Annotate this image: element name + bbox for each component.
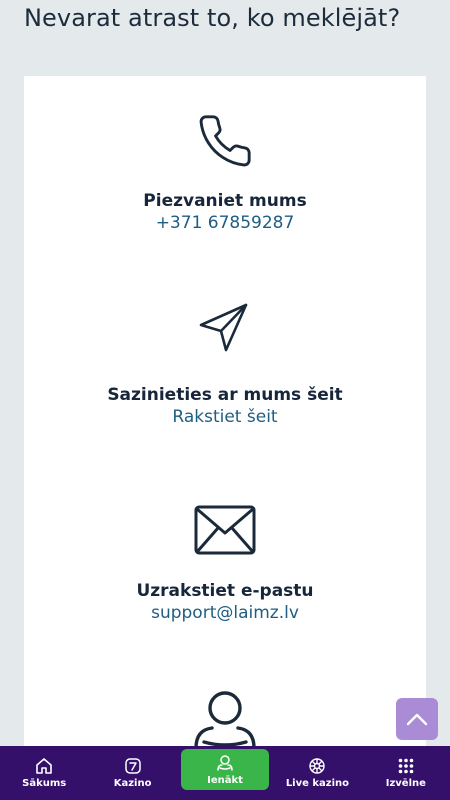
nav-item-menu[interactable]: Izvēlne [362,746,450,800]
home-icon [36,758,53,774]
nav-label: Izvēlne [385,778,426,789]
login-button[interactable]: Ienākt [180,749,270,790]
menu-grid-icon [398,758,414,774]
contact-title: Sazinieties ar mums šeit [107,385,343,405]
nav-item-casino[interactable]: Kazino [88,746,176,800]
page-title: Nevarat atrast to, ko meklējāt? [24,4,401,32]
nav-label: Ienākt [207,774,243,786]
phone-link[interactable]: +371 67859287 [24,212,426,234]
chat-link[interactable]: Rakstiet šeit [24,406,426,428]
nav-label: Live kazino [285,778,350,789]
phone-icon [199,115,251,167]
agent-icon [194,691,256,750]
nav-label: Kazino [113,778,152,789]
nav-label: Sākums [22,778,67,789]
slot-icon [124,758,141,774]
email-link[interactable]: support@laimz.lv [24,602,426,624]
login-icon [217,754,233,771]
contact-agent [24,690,426,750]
contact-phone: Piezvaniet mums +371 67859287 [24,112,426,234]
bottom-nav: Sākums Kazino Ienākt Live kazino Izvēlne [0,746,450,800]
chevron-up-icon [406,713,428,726]
nav-item-home[interactable]: Sākums [0,746,88,800]
contact-card: Piezvaniet mums +371 67859287 Sazinietie… [24,76,426,776]
contact-email: Uzrakstiet e-pastu support@laimz.lv [24,504,426,624]
contact-chat: Sazinieties ar mums šeit Rakstiet šeit [24,300,426,428]
nav-item-live-casino[interactable]: Live kazino [273,746,361,800]
roulette-icon [309,758,326,774]
send-icon [199,303,248,352]
scroll-to-top-button[interactable] [396,698,438,740]
mail-icon [194,505,256,555]
contact-title: Uzrakstiet e-pastu [136,581,314,601]
contact-title: Piezvaniet mums [143,191,307,211]
